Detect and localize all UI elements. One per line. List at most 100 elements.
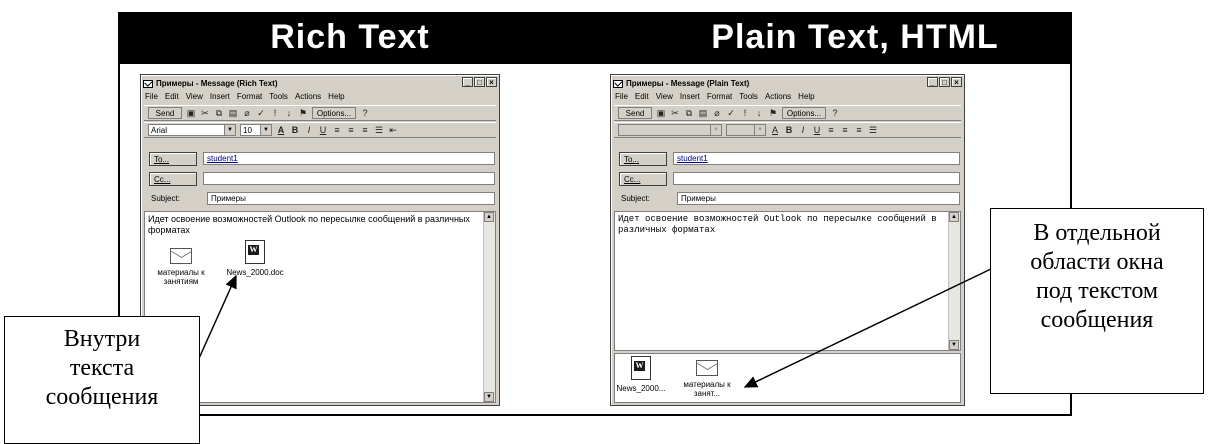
paste-icon[interactable]: ▤ — [698, 107, 708, 119]
menu-format[interactable]: Format — [237, 92, 262, 101]
menu-edit[interactable]: Edit — [165, 92, 179, 101]
align-center-icon[interactable]: ≡ — [346, 124, 356, 136]
cut-icon[interactable]: ✂ — [670, 107, 680, 119]
attach-icon[interactable]: ⌀ — [242, 107, 252, 119]
scroll-up-icon[interactable]: ▲ — [484, 212, 494, 222]
maximize-button[interactable]: □ — [474, 77, 485, 87]
flag-icon[interactable]: ⚑ — [298, 107, 308, 119]
italic-icon[interactable]: I — [304, 124, 314, 136]
to-field[interactable]: student1 — [673, 152, 960, 165]
align-left-icon[interactable]: ≡ — [332, 124, 342, 136]
menu-bar: File Edit View Insert Format Tools Actio… — [145, 92, 345, 101]
font-select[interactable]: ▼ — [618, 124, 722, 136]
send-button[interactable]: Send — [148, 107, 182, 119]
menu-tools[interactable]: Tools — [269, 92, 288, 101]
inside-message-callout: Внутри текста сообщения — [4, 316, 200, 444]
window-title: Примеры - Message (Plain Text) — [626, 79, 750, 88]
menu-actions[interactable]: Actions — [765, 92, 791, 101]
subject-field[interactable]: Примеры — [207, 192, 495, 205]
menu-format[interactable]: Format — [707, 92, 732, 101]
close-button[interactable]: × — [486, 77, 497, 87]
minimize-button[interactable]: _ — [927, 77, 938, 87]
subject-label: Subject: — [621, 194, 650, 203]
low-importance-icon[interactable]: ↓ — [284, 107, 294, 119]
menu-view[interactable]: View — [186, 92, 203, 101]
attachment-news-doc[interactable]: W News_2000.doc — [225, 240, 285, 277]
scroll-down-icon[interactable]: ▼ — [484, 392, 494, 402]
align-center-icon: ≡ — [842, 125, 848, 135]
message-text: Идет освоение возможностей Outlook по пе… — [618, 214, 937, 235]
close-button[interactable]: × — [951, 77, 962, 87]
scroll-down-icon[interactable]: ▼ — [949, 340, 959, 350]
font-color-icon[interactable]: A — [276, 124, 286, 136]
cc-field[interactable] — [203, 172, 495, 185]
vertical-scrollbar[interactable]: ▲ ▼ — [948, 212, 960, 350]
paste-icon[interactable]: ▤ — [228, 107, 238, 119]
vertical-scrollbar[interactable]: ▲ ▼ — [483, 212, 495, 402]
save-icon[interactable]: ▣ — [186, 107, 196, 119]
help-icon[interactable]: ? — [360, 107, 370, 119]
minimize-button[interactable]: _ — [462, 77, 473, 87]
word-doc-icon: W — [631, 356, 651, 380]
check-names-icon[interactable]: ✓ — [256, 107, 266, 119]
copy-icon[interactable]: ⧉ — [684, 107, 694, 119]
menu-tools[interactable]: Tools — [739, 92, 758, 101]
send-button[interactable]: Send — [618, 107, 652, 119]
message-text: Идет освоение возможностей Outlook по пе… — [148, 214, 470, 235]
menu-file[interactable]: File — [145, 92, 158, 101]
menu-insert[interactable]: Insert — [210, 92, 230, 101]
chevron-down-icon: ▼ — [754, 125, 765, 135]
cc-button[interactable]: Cc... — [149, 171, 197, 186]
cut-icon[interactable]: ✂ — [200, 107, 210, 119]
menu-view[interactable]: View — [656, 92, 673, 101]
options-button[interactable]: Options... — [312, 107, 356, 119]
subject-label: Subject: — [151, 194, 180, 203]
message-body[interactable]: Идет освоение возможностей Outlook по пе… — [614, 211, 961, 351]
flag-icon[interactable]: ⚑ — [768, 107, 778, 119]
to-button[interactable]: To... — [619, 151, 667, 166]
menu-file[interactable]: File — [615, 92, 628, 101]
font-size-select[interactable]: ▼ — [726, 124, 766, 136]
attachment-label: материалы к занятиям — [157, 268, 205, 286]
chevron-down-icon: ▼ — [710, 125, 721, 135]
cc-button[interactable]: Cc... — [619, 171, 667, 186]
font-select[interactable]: Arial ▼ — [148, 124, 236, 136]
align-right-icon[interactable]: ≡ — [360, 124, 370, 136]
menu-help[interactable]: Help — [798, 92, 814, 101]
bullets-icon[interactable]: ☰ — [374, 124, 384, 136]
cc-row: Cc... — [619, 171, 960, 186]
font-size-select[interactable]: 10 ▼ — [240, 124, 272, 136]
attachment-label: News_2000.doc — [226, 268, 284, 277]
maximize-button[interactable]: □ — [939, 77, 950, 87]
align-right-icon: ≡ — [856, 125, 862, 135]
underline-icon[interactable]: U — [318, 124, 328, 136]
scroll-up-icon[interactable]: ▲ — [949, 212, 959, 222]
cc-row: Cc... — [149, 171, 495, 186]
help-icon[interactable]: ? — [830, 107, 840, 119]
decrease-indent-icon[interactable]: ⇤ — [388, 124, 398, 136]
copy-icon[interactable]: ⧉ — [214, 107, 224, 119]
separate-pane-callout: В отдельной области окна под текстом соо… — [990, 208, 1204, 394]
attachment-materials[interactable]: материалы к занятиям — [151, 248, 211, 286]
standard-toolbar: Send ▣ ✂ ⧉ ▤ ⌀ ✓ ! ↓ ⚑ Options... ? — [144, 105, 496, 121]
to-field[interactable]: student1 — [203, 152, 495, 165]
to-row: To... student1 — [619, 151, 960, 166]
plain-text-message-window: Примеры - Message (Plain Text) _ □ × Fil… — [610, 74, 965, 406]
cc-field[interactable] — [673, 172, 960, 185]
menu-help[interactable]: Help — [328, 92, 344, 101]
options-button[interactable]: Options... — [782, 107, 826, 119]
low-importance-icon[interactable]: ↓ — [754, 107, 764, 119]
attach-icon[interactable]: ⌀ — [712, 107, 722, 119]
high-importance-icon[interactable]: ! — [270, 107, 280, 119]
menu-insert[interactable]: Insert — [680, 92, 700, 101]
save-icon[interactable]: ▣ — [656, 107, 666, 119]
attachment-news-doc[interactable]: W News_2000... — [611, 356, 671, 393]
to-button[interactable]: To... — [149, 151, 197, 166]
high-importance-icon[interactable]: ! — [740, 107, 750, 119]
menu-actions[interactable]: Actions — [295, 92, 321, 101]
attachment-materials[interactable]: материалы к занят... — [677, 360, 737, 398]
subject-field[interactable]: Примеры — [677, 192, 960, 205]
menu-edit[interactable]: Edit — [635, 92, 649, 101]
check-names-icon[interactable]: ✓ — [726, 107, 736, 119]
bold-icon[interactable]: B — [290, 124, 300, 136]
